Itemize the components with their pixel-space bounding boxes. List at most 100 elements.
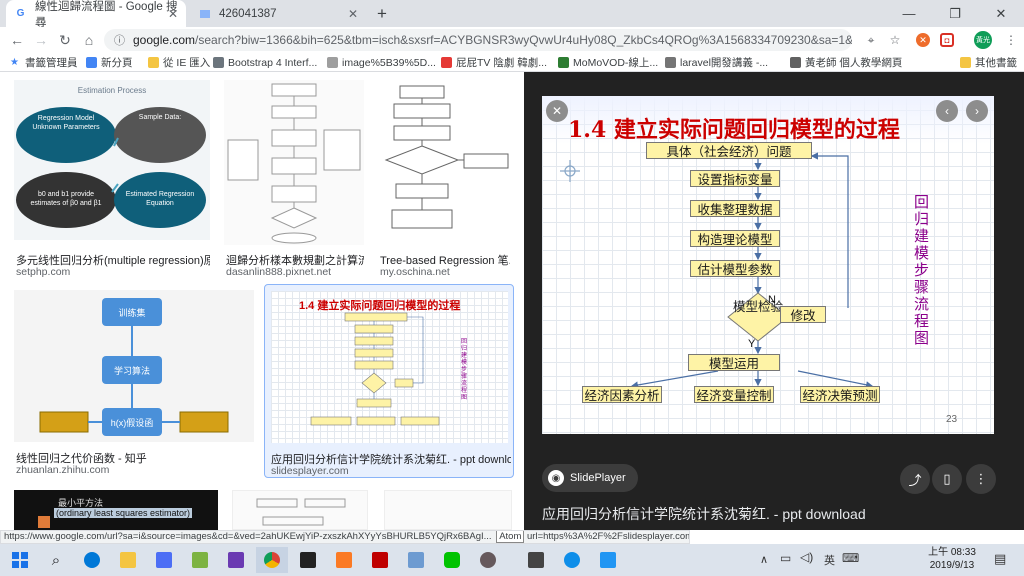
result-card-selected[interactable]: 1.4 建立实际问题回归模型的过程 回归建模步骤流程图 应用回归分析信计学院统计… bbox=[264, 284, 514, 478]
bookmark-ie-import[interactable]: 從 IE 匯入 bbox=[148, 55, 210, 70]
edge-icon[interactable] bbox=[76, 547, 108, 573]
image-results: Estimation Process Regression Model Unkn… bbox=[0, 72, 1024, 530]
network-icon[interactable]: ▭ bbox=[780, 551, 791, 565]
image-preview-panel: 1.4 建立实际问题回归模型的过程 具体（社会经济）问题 设置指标变量 收集整理… bbox=[524, 72, 1024, 530]
calculator-icon[interactable] bbox=[520, 547, 552, 573]
page-icon bbox=[790, 57, 801, 68]
location-icon[interactable]: ⌖ bbox=[862, 31, 880, 49]
result-thumbnail[interactable] bbox=[378, 80, 510, 240]
flow-box: 收集整理数据 bbox=[690, 200, 780, 217]
close-preview-icon[interactable]: ✕ bbox=[546, 100, 568, 122]
search-icon[interactable]: ⌕ bbox=[40, 547, 72, 573]
tab-title: 線性迴歸流程圖 - Google 搜尋 bbox=[35, 0, 178, 29]
xampp-icon[interactable] bbox=[328, 547, 360, 573]
clock-date: 2019/9/13 bbox=[929, 560, 975, 571]
bookmark-image[interactable]: image%5B39%5D... bbox=[327, 55, 436, 70]
bookmark-momovod[interactable]: MoMoVOD-線上... bbox=[558, 55, 658, 70]
tab-image[interactable]: 426041387 ✕ bbox=[190, 0, 366, 27]
bookmark-manager[interactable]: ★ 書籤管理員 bbox=[10, 55, 78, 70]
flow-box: 模型运用 bbox=[688, 354, 780, 371]
volume-icon[interactable]: ◁) bbox=[800, 550, 813, 564]
result-thumbnail[interactable]: 1.4 建立实际问题回归模型的过程 回归建模步骤流程图 bbox=[271, 291, 508, 443]
back-button[interactable]: ← bbox=[6, 30, 28, 50]
tab-google-search[interactable]: G 線性迴歸流程圖 - Google 搜尋 ✕ bbox=[6, 0, 186, 29]
result-card[interactable]: 迴歸分析樣本數規劃之計算流... dasanlin888.pixnet.net bbox=[224, 80, 364, 278]
ime-indicator[interactable]: 英 bbox=[824, 552, 835, 568]
status-url: https://www.google.com/url?sa=i&source=i… bbox=[4, 531, 492, 542]
next-image-icon[interactable]: › bbox=[966, 100, 988, 122]
result-source: zhuanlan.zhihu.com bbox=[16, 464, 110, 476]
thumb-label: Regression Model bbox=[37, 115, 95, 122]
site-chip[interactable]: ◉ SlidePlayer bbox=[542, 464, 638, 492]
info-icon[interactable]: ⓘ bbox=[114, 32, 125, 48]
label-y: Y bbox=[748, 338, 756, 350]
share-icon[interactable]: ⤴ bbox=[900, 464, 930, 494]
clock[interactable]: 上午 08:33 2019/9/13 bbox=[924, 546, 980, 572]
start-button[interactable] bbox=[4, 547, 36, 573]
result-card[interactable]: 训练集 学习算法 h(x)假设函 线性回归之代价函数 - 知乎 zhuanlan… bbox=[14, 290, 254, 478]
result-thumbnail[interactable] bbox=[224, 80, 364, 245]
bookmark-star-icon[interactable]: ☆ bbox=[886, 31, 904, 49]
close-tab-icon[interactable]: ✕ bbox=[348, 7, 358, 21]
visual-studio-icon[interactable] bbox=[220, 547, 252, 573]
result-card[interactable]: 最小平方法 (ordinary least squares estimator) bbox=[14, 490, 218, 530]
filezilla-icon[interactable] bbox=[364, 547, 396, 573]
address-bar[interactable]: ⓘ google.com /search?biw=1366&bih=625&tb… bbox=[104, 29, 852, 51]
bookmark-other[interactable]: 其他書籤 bbox=[960, 55, 1017, 70]
status-bar: https://www.google.com/url?sa=i&source=i… bbox=[0, 530, 690, 544]
more-icon[interactable]: ⋮ bbox=[966, 464, 996, 494]
app-icon[interactable] bbox=[592, 547, 624, 573]
chrome-icon[interactable] bbox=[256, 547, 288, 573]
new-tab-button[interactable]: + bbox=[372, 4, 392, 24]
restore-button[interactable]: ❐ bbox=[932, 0, 978, 27]
notepad-icon[interactable] bbox=[400, 547, 432, 573]
result-card[interactable] bbox=[232, 490, 368, 530]
result-card[interactable] bbox=[384, 490, 512, 530]
flow-box: 经济决策预测 bbox=[800, 386, 880, 403]
bookmark-bootstrap[interactable]: Bootstrap 4 Interf... bbox=[213, 55, 317, 70]
bookmark-laravel[interactable]: laravel開發講義 -... bbox=[665, 55, 768, 70]
app-icon[interactable] bbox=[184, 547, 216, 573]
previous-image-icon[interactable]: ‹ bbox=[936, 100, 958, 122]
bookmark-new-tab[interactable]: 新分頁 bbox=[86, 55, 133, 70]
close-window-button[interactable]: ✕ bbox=[978, 0, 1024, 27]
tab-title: 426041387 bbox=[219, 7, 277, 20]
bookmark-teacher[interactable]: 黃老師 個人教學網頁 bbox=[790, 55, 902, 70]
thumb-decoration bbox=[38, 516, 50, 528]
extension-icon[interactable]: ◘ bbox=[940, 33, 954, 47]
preview-caption[interactable]: 应用回归分析信计学院统计系沈菊红. - ppt download bbox=[542, 504, 866, 524]
bookmark-pptv[interactable]: 屁屁TV 陰劇 韓劇... bbox=[441, 55, 547, 70]
avatar[interactable]: 黃光 bbox=[974, 31, 992, 49]
extension-icon[interactable]: ✕ bbox=[916, 33, 930, 47]
keyboard-icon[interactable]: ⌨ bbox=[842, 551, 859, 565]
save-icon[interactable]: ▯ bbox=[932, 464, 962, 494]
result-source: my.oschina.net bbox=[380, 266, 450, 278]
reload-button[interactable]: ↻ bbox=[54, 30, 76, 50]
store-icon[interactable] bbox=[148, 547, 180, 573]
result-thumbnail[interactable]: 训练集 学习算法 h(x)假设函 bbox=[14, 290, 254, 442]
mail-icon[interactable] bbox=[292, 547, 324, 573]
flowchart-thumbnail bbox=[384, 85, 509, 229]
thumb-label: 训练集 bbox=[118, 308, 146, 318]
preview-image[interactable]: 1.4 建立实际问题回归模型的过程 具体（社会经济）问题 设置指标变量 收集整理… bbox=[542, 96, 994, 434]
flow-box: 具体（社会经济）问题 bbox=[646, 142, 812, 159]
taskbar: ⌕ ∧ ▭ ◁) 英 ⌨ 上午 08:33 2019/9/13 ▤ bbox=[0, 544, 1024, 576]
result-thumbnail[interactable]: Estimation Process Regression Model Unkn… bbox=[14, 80, 210, 240]
notifications-icon[interactable]: ▤ bbox=[994, 551, 1006, 567]
result-card[interactable]: Tree-based Regression 笔... my.oschina.ne… bbox=[378, 80, 510, 278]
close-tab-icon[interactable]: ✕ bbox=[168, 7, 178, 21]
minimize-button[interactable]: — bbox=[886, 0, 932, 27]
result-card[interactable]: Estimation Process Regression Model Unkn… bbox=[14, 80, 210, 278]
file-explorer-icon[interactable] bbox=[112, 547, 144, 573]
forward-button[interactable]: → bbox=[30, 30, 52, 50]
flow-box: 估计模型参数 bbox=[690, 260, 780, 277]
atom-icon[interactable] bbox=[472, 547, 504, 573]
globe-icon: ◉ bbox=[548, 470, 564, 486]
home-button[interactable]: ⌂ bbox=[78, 30, 100, 50]
tray-chevron-icon[interactable]: ∧ bbox=[760, 553, 768, 566]
line-icon[interactable] bbox=[436, 547, 468, 573]
teamviewer-icon[interactable] bbox=[556, 547, 588, 573]
browser-toolbar: ← → ↻ ⌂ ⓘ google.com /search?biw=1366&bi… bbox=[0, 27, 1024, 53]
status-url-cont: url=https%3A%2F%2Fslidesplayer.com%2Fsli… bbox=[527, 531, 689, 542]
menu-icon[interactable]: ⋮ bbox=[1002, 31, 1020, 49]
